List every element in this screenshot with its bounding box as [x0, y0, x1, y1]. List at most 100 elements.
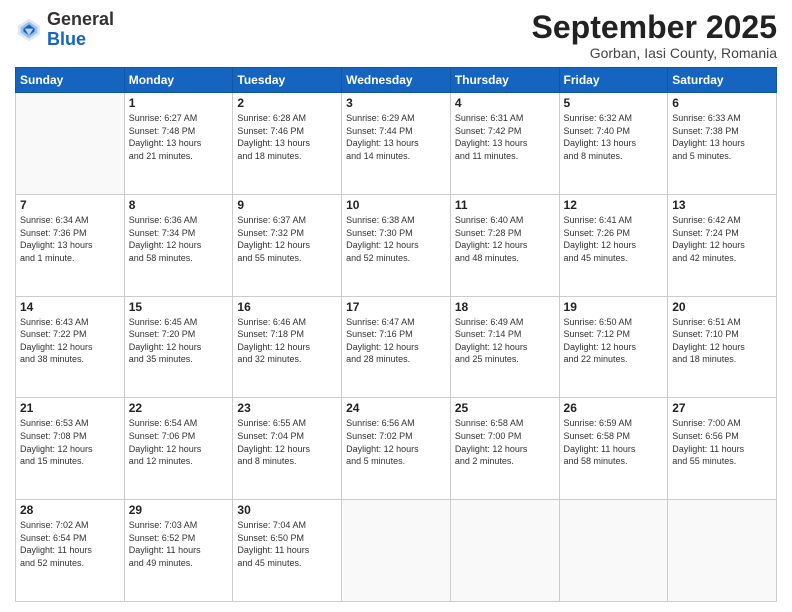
cell-content: Sunrise: 6:41 AM Sunset: 7:26 PM Dayligh… [564, 214, 664, 264]
day-number: 6 [672, 96, 772, 110]
cell-content: Sunrise: 6:28 AM Sunset: 7:46 PM Dayligh… [237, 112, 337, 162]
day-number: 3 [346, 96, 446, 110]
calendar-cell: 4Sunrise: 6:31 AM Sunset: 7:42 PM Daylig… [450, 93, 559, 195]
cell-content: Sunrise: 6:59 AM Sunset: 6:58 PM Dayligh… [564, 417, 664, 467]
calendar-cell: 21 Sunrise: 6:53 AM Sunset: 7:08 PM Dayli… [16, 398, 125, 500]
calendar-header-thursday: Thursday [450, 68, 559, 93]
calendar-cell: 7Sunrise: 6:34 AM Sunset: 7:36 PM Daylig… [16, 194, 125, 296]
day-number: 9 [237, 198, 337, 212]
cell-content: Sunrise: 7:00 AM Sunset: 6:56 PM Dayligh… [672, 417, 772, 467]
cell-content: Sunrise: 6:27 AM Sunset: 7:48 PM Dayligh… [129, 112, 229, 162]
calendar-cell: 14 Sunrise: 6:43 AM Sunset: 7:22 PM Dayli… [16, 296, 125, 398]
calendar-cell: 11 Sunrise: 6:40 AM Sunset: 7:28 PM Dayli… [450, 194, 559, 296]
calendar-cell: 3Sunrise: 6:29 AM Sunset: 7:44 PM Daylig… [342, 93, 451, 195]
month-title: September 2025 [532, 10, 777, 45]
day-number: 27 [672, 401, 772, 415]
calendar-cell: 16Sunrise: 6:46 AM Sunset: 7:18 PM Dayli… [233, 296, 342, 398]
cell-content: Sunrise: 6:37 AM Sunset: 7:32 PM Dayligh… [237, 214, 337, 264]
day-number: 23 [237, 401, 337, 415]
day-number: 2 [237, 96, 337, 110]
logo-text: General Blue [47, 10, 114, 50]
calendar-cell [559, 500, 668, 602]
day-number: 24 [346, 401, 446, 415]
calendar-header-saturday: Saturday [668, 68, 777, 93]
cell-content: Sunrise: 6:42 AM Sunset: 7:24 PM Dayligh… [672, 214, 772, 264]
calendar-cell: 22Sunrise: 6:54 AM Sunset: 7:06 PM Dayli… [124, 398, 233, 500]
day-number: 21 [20, 401, 120, 415]
calendar-week-4: 28 Sunrise: 7:02 AM Sunset: 6:54 PM Dayli… [16, 500, 777, 602]
calendar-cell: 24 Sunrise: 6:56 AM Sunset: 7:02 PM Dayli… [342, 398, 451, 500]
day-number: 17 [346, 300, 446, 314]
cell-content: Sunrise: 6:45 AM Sunset: 7:20 PM Dayligh… [129, 316, 229, 366]
title-block: September 2025 Gorban, Iasi County, Roma… [532, 10, 777, 61]
day-number: 11 [455, 198, 555, 212]
page: General Blue September 2025 Gorban, Iasi… [0, 0, 792, 612]
calendar-cell: 20Sunrise: 6:51 AM Sunset: 7:10 PM Dayli… [668, 296, 777, 398]
calendar-cell: 5 Sunrise: 6:32 AM Sunset: 7:40 PM Daylig… [559, 93, 668, 195]
cell-content: Sunrise: 6:51 AM Sunset: 7:10 PM Dayligh… [672, 316, 772, 366]
calendar-cell: 26 Sunrise: 6:59 AM Sunset: 6:58 PM Dayli… [559, 398, 668, 500]
day-number: 28 [20, 503, 120, 517]
day-number: 7 [20, 198, 120, 212]
cell-content: Sunrise: 6:33 AM Sunset: 7:38 PM Dayligh… [672, 112, 772, 162]
day-number: 5 [564, 96, 664, 110]
day-number: 8 [129, 198, 229, 212]
header: General Blue September 2025 Gorban, Iasi… [15, 10, 777, 61]
cell-content: Sunrise: 6:47 AM Sunset: 7:16 PM Dayligh… [346, 316, 446, 366]
calendar-header-row: SundayMondayTuesdayWednesdayThursdayFrid… [16, 68, 777, 93]
calendar-cell: 10 Sunrise: 6:38 AM Sunset: 7:30 PM Dayli… [342, 194, 451, 296]
logo: General Blue [15, 10, 114, 50]
calendar-cell: 19 Sunrise: 6:50 AM Sunset: 7:12 PM Dayli… [559, 296, 668, 398]
calendar-cell: 28 Sunrise: 7:02 AM Sunset: 6:54 PM Dayli… [16, 500, 125, 602]
cell-content: Sunrise: 6:49 AM Sunset: 7:14 PM Dayligh… [455, 316, 555, 366]
logo-blue: Blue [47, 30, 114, 50]
cell-content: Sunrise: 6:53 AM Sunset: 7:08 PM Dayligh… [20, 417, 120, 467]
day-number: 15 [129, 300, 229, 314]
cell-content: Sunrise: 6:32 AM Sunset: 7:40 PM Dayligh… [564, 112, 664, 162]
day-number: 16 [237, 300, 337, 314]
calendar-week-0: 1 Sunrise: 6:27 AM Sunset: 7:48 PM Daylig… [16, 93, 777, 195]
calendar-cell [16, 93, 125, 195]
calendar-cell: 1 Sunrise: 6:27 AM Sunset: 7:48 PM Daylig… [124, 93, 233, 195]
cell-content: Sunrise: 6:38 AM Sunset: 7:30 PM Dayligh… [346, 214, 446, 264]
day-number: 14 [20, 300, 120, 314]
calendar-cell: 8 Sunrise: 6:36 AM Sunset: 7:34 PM Daylig… [124, 194, 233, 296]
cell-content: Sunrise: 6:36 AM Sunset: 7:34 PM Dayligh… [129, 214, 229, 264]
cell-content: Sunrise: 6:55 AM Sunset: 7:04 PM Dayligh… [237, 417, 337, 467]
calendar-cell: 29 Sunrise: 7:03 AM Sunset: 6:52 PM Dayli… [124, 500, 233, 602]
location: Gorban, Iasi County, Romania [532, 45, 777, 61]
day-number: 22 [129, 401, 229, 415]
calendar-cell: 9 Sunrise: 6:37 AM Sunset: 7:32 PM Daylig… [233, 194, 342, 296]
day-number: 29 [129, 503, 229, 517]
calendar-week-3: 21 Sunrise: 6:53 AM Sunset: 7:08 PM Dayli… [16, 398, 777, 500]
day-number: 30 [237, 503, 337, 517]
calendar-cell: 13 Sunrise: 6:42 AM Sunset: 7:24 PM Dayli… [668, 194, 777, 296]
cell-content: Sunrise: 6:40 AM Sunset: 7:28 PM Dayligh… [455, 214, 555, 264]
calendar-header-friday: Friday [559, 68, 668, 93]
day-number: 10 [346, 198, 446, 212]
calendar-header-monday: Monday [124, 68, 233, 93]
day-number: 13 [672, 198, 772, 212]
logo-icon [15, 16, 43, 44]
cell-content: Sunrise: 6:43 AM Sunset: 7:22 PM Dayligh… [20, 316, 120, 366]
day-number: 26 [564, 401, 664, 415]
day-number: 1 [129, 96, 229, 110]
cell-content: Sunrise: 7:04 AM Sunset: 6:50 PM Dayligh… [237, 519, 337, 569]
cell-content: Sunrise: 6:50 AM Sunset: 7:12 PM Dayligh… [564, 316, 664, 366]
calendar-cell: 27 Sunrise: 7:00 AM Sunset: 6:56 PM Dayli… [668, 398, 777, 500]
calendar-table: SundayMondayTuesdayWednesdayThursdayFrid… [15, 67, 777, 602]
day-number: 12 [564, 198, 664, 212]
day-number: 19 [564, 300, 664, 314]
logo-general: General [47, 10, 114, 30]
cell-content: Sunrise: 6:31 AM Sunset: 7:42 PM Dayligh… [455, 112, 555, 162]
cell-content: Sunrise: 7:02 AM Sunset: 6:54 PM Dayligh… [20, 519, 120, 569]
calendar-cell: 23 Sunrise: 6:55 AM Sunset: 7:04 PM Dayli… [233, 398, 342, 500]
calendar-week-1: 7Sunrise: 6:34 AM Sunset: 7:36 PM Daylig… [16, 194, 777, 296]
calendar-cell [342, 500, 451, 602]
cell-content: Sunrise: 6:56 AM Sunset: 7:02 PM Dayligh… [346, 417, 446, 467]
cell-content: Sunrise: 7:03 AM Sunset: 6:52 PM Dayligh… [129, 519, 229, 569]
calendar-cell: 25Sunrise: 6:58 AM Sunset: 7:00 PM Dayli… [450, 398, 559, 500]
calendar-cell: 6 Sunrise: 6:33 AM Sunset: 7:38 PM Daylig… [668, 93, 777, 195]
calendar-cell: 18Sunrise: 6:49 AM Sunset: 7:14 PM Dayli… [450, 296, 559, 398]
calendar-cell [450, 500, 559, 602]
